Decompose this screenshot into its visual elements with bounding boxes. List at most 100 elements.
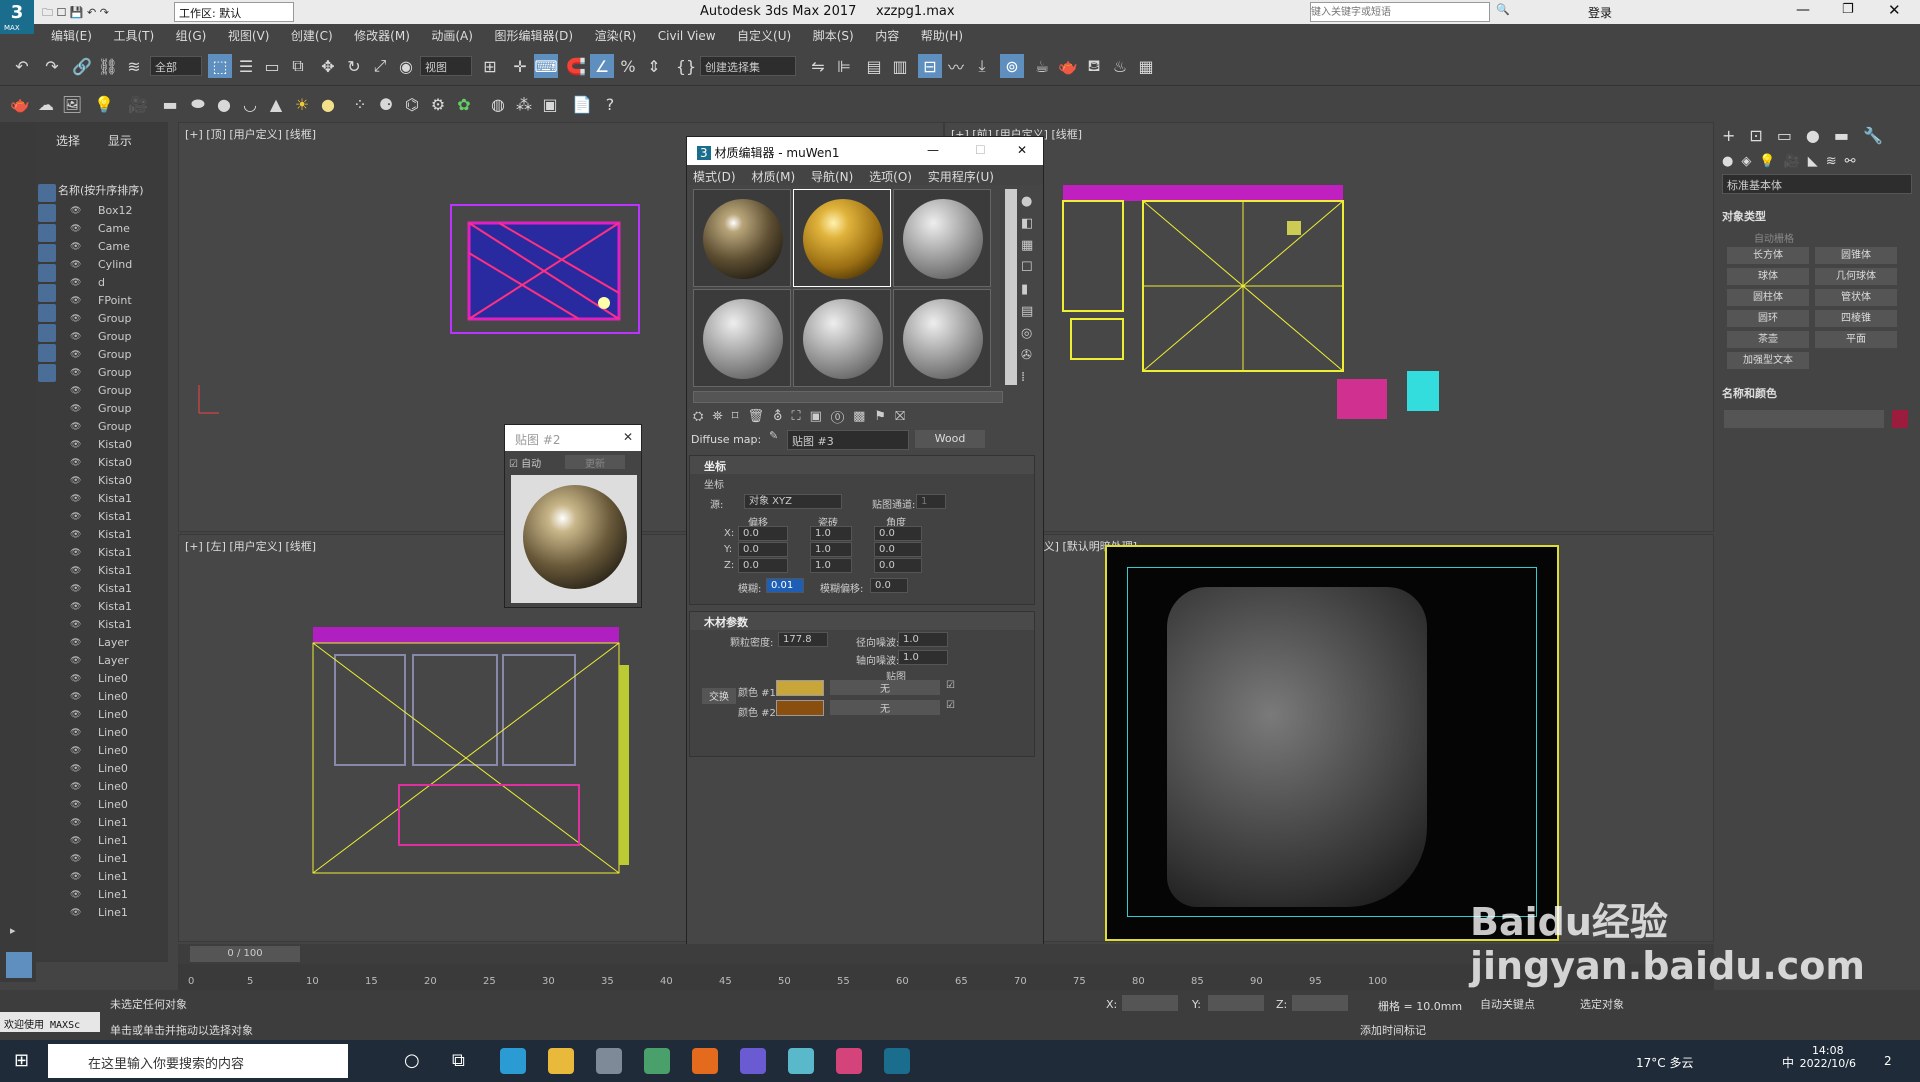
percent-snap-icon[interactable]: %	[616, 54, 640, 78]
bowl-icon[interactable]: ◡	[238, 92, 262, 116]
maxscript-listener[interactable]: 欢迎使用 MAXSc	[0, 1012, 100, 1032]
category-icons[interactable]: ●◈💡🎥◣≋⚯	[1722, 154, 1864, 169]
render-cloud-icon[interactable]: ▦	[1134, 54, 1158, 78]
group-filter-icon[interactable]	[38, 304, 56, 322]
taskbar-clock[interactable]: 14:08 2022/10/6	[1800, 1044, 1856, 1070]
menu-utilities[interactable]: 实用程序(U)	[928, 170, 994, 184]
weather-widget[interactable]: 17°C 多云	[1636, 1054, 1693, 1071]
auto-checkbox[interactable]: ☑ 自动	[509, 455, 541, 470]
window-crossing-icon[interactable]: ⧉	[286, 54, 310, 78]
list-item[interactable]: Kista1	[58, 526, 164, 544]
help-search-input[interactable]	[1310, 2, 1490, 22]
light-filter-icon[interactable]	[38, 224, 56, 242]
minimize-icon[interactable]: —	[1796, 2, 1810, 18]
viewport-front[interactable]: [+] [前] [用户定义] [线框]	[944, 122, 1714, 532]
named-selection-set-dropdown[interactable]: 创建选择集	[700, 56, 796, 76]
spacewarp-filter-icon[interactable]	[38, 284, 56, 302]
color2-map-button[interactable]: 无	[830, 700, 940, 715]
tiling-x-spinner[interactable]: 1.0	[810, 526, 852, 541]
xref-filter-icon[interactable]	[38, 324, 56, 342]
z-coord-field[interactable]	[1292, 995, 1348, 1011]
menu-content[interactable]: 内容	[866, 24, 908, 47]
swap-button[interactable]: 交换	[702, 688, 736, 704]
select-by-name-icon[interactable]: ☰	[234, 54, 258, 78]
multi-material-icon[interactable]: ⁂	[512, 92, 536, 116]
menu-civil-view[interactable]: Civil View	[649, 26, 725, 46]
y-coord-field[interactable]	[1208, 995, 1264, 1011]
menu-navigation[interactable]: 导航(N)	[811, 170, 853, 184]
map-name-dropdown[interactable]: 贴图 #3	[787, 430, 909, 450]
primitive-button[interactable]: 圆环	[1727, 310, 1809, 327]
close-icon[interactable]: ✕	[623, 430, 633, 444]
align-icon[interactable]: ⊫	[832, 54, 856, 78]
unlink-icon[interactable]: ⛓	[96, 54, 120, 78]
list-item[interactable]: Kista1	[58, 598, 164, 616]
eyedropper-icon[interactable]: ✎	[769, 429, 778, 442]
name-color-header[interactable]: 名称和颜色	[1722, 385, 1912, 401]
menu-mode[interactable]: 模式(D)	[693, 170, 736, 184]
map-type-button[interactable]: Wood	[915, 430, 985, 448]
offset-x-spinner[interactable]: 0.0	[738, 526, 788, 541]
list-item[interactable]: Line0	[58, 778, 164, 796]
list-item[interactable]: Layer	[58, 634, 164, 652]
sample-slot-3[interactable]	[893, 189, 991, 287]
list-item[interactable]: Group	[58, 328, 164, 346]
list-item[interactable]: Box12	[58, 202, 164, 220]
box-icon[interactable]: ▬	[158, 92, 182, 116]
time-slider-thumb[interactable]: 0 / 100	[190, 946, 300, 962]
cloth-icon[interactable]: ⌬	[400, 92, 424, 116]
keyboard-shortcut-icon[interactable]: ⌨	[534, 54, 558, 78]
layer-explorer-icon[interactable]: ▤	[862, 54, 886, 78]
menu-graph-editors[interactable]: 图形编辑器(D)	[485, 24, 582, 47]
list-item[interactable]: Kista0	[58, 436, 164, 454]
autogrid-checkbox[interactable]: 自动栅格	[1754, 230, 1920, 245]
bone-filter-icon[interactable]	[38, 344, 56, 362]
sun-icon[interactable]: ☀	[290, 92, 314, 116]
color2-swatch[interactable]	[776, 700, 824, 716]
primitive-button[interactable]: 管状体	[1815, 289, 1897, 306]
radial-noise-spinner[interactable]: 1.0	[898, 632, 948, 647]
object-color-swatch[interactable]	[1892, 410, 1908, 428]
list-item[interactable]: Line0	[58, 670, 164, 688]
tab-select[interactable]: 选择	[56, 134, 80, 148]
material-ball-icon[interactable]: ◍	[486, 92, 510, 116]
map-preview-title[interactable]: 贴图 #2 ✕	[505, 425, 641, 451]
render-setup-icon[interactable]: ☕	[1030, 54, 1054, 78]
cloud-icon[interactable]: ☁	[34, 92, 58, 116]
menu-modifiers[interactable]: 修改器(M)	[345, 24, 419, 47]
add-time-tag[interactable]: 添加时间标记	[1360, 1022, 1426, 1038]
list-item[interactable]: Kista0	[58, 454, 164, 472]
list-item[interactable]: Kista1	[58, 490, 164, 508]
list-item[interactable]: Group	[58, 310, 164, 328]
viewport-perspective[interactable]: [+] [透视] [用户定义] [默认明暗处理]	[944, 534, 1714, 942]
angle-x-spinner[interactable]: 0.0	[874, 526, 922, 541]
command-tabs[interactable]: +⊡▭●▬🔧	[1722, 126, 1897, 145]
primitive-button[interactable]: 长方体	[1727, 247, 1809, 264]
particles-icon[interactable]: ⁘	[348, 92, 372, 116]
render-frame-icon[interactable]: ▣	[538, 92, 562, 116]
cone-icon[interactable]: ▲	[264, 92, 288, 116]
menu-tools[interactable]: 工具(T)	[104, 24, 163, 47]
link-icon[interactable]: 🔗	[70, 54, 94, 78]
update-button[interactable]: 更新	[565, 455, 625, 470]
list-item[interactable]: Kista1	[58, 616, 164, 634]
app-icon-d[interactable]	[788, 1048, 814, 1074]
list-item[interactable]: Cylind	[58, 256, 164, 274]
explorer-column-header[interactable]: 名称(按升序排序)	[58, 182, 168, 198]
list-item[interactable]: Line0	[58, 742, 164, 760]
menu-help[interactable]: 帮助(H)	[912, 24, 972, 47]
3dsmax-taskbar-icon[interactable]	[884, 1048, 910, 1074]
scale-icon[interactable]: ⤢	[368, 54, 392, 78]
map-preview-window[interactable]: 贴图 #2 ✕ ☑ 自动 更新	[504, 424, 642, 608]
offset-z-spinner[interactable]: 0.0	[738, 558, 788, 573]
color1-map-button[interactable]: 无	[830, 680, 940, 695]
menu-view[interactable]: 视图(V)	[219, 24, 279, 47]
helper-filter-icon[interactable]	[38, 264, 56, 282]
menu-rendering[interactable]: 渲染(R)	[586, 24, 646, 47]
menu-edit[interactable]: 编辑(E)	[42, 24, 101, 47]
task-view-icon[interactable]: ⧉	[452, 1050, 465, 1071]
tab-display[interactable]: 显示	[108, 134, 132, 148]
list-item[interactable]: Group	[58, 418, 164, 436]
list-item[interactable]: Line0	[58, 688, 164, 706]
list-item[interactable]: Layer	[58, 652, 164, 670]
